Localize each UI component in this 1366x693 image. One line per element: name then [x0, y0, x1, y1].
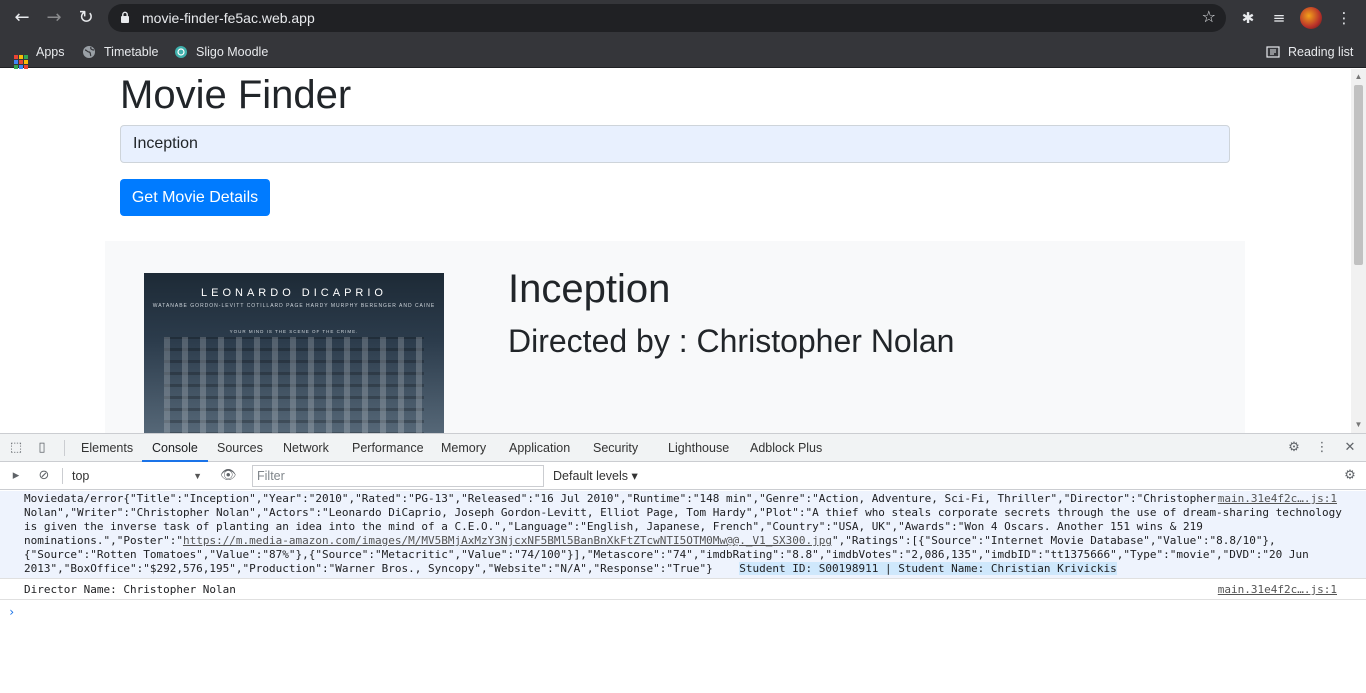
toolbar-divider [64, 440, 65, 456]
movie-title: Inception [508, 267, 671, 311]
media-control-icon[interactable]: ≡ [1269, 8, 1289, 28]
poster-cityscape [164, 337, 424, 433]
devtools-tabbar: ⬚ ▯ Elements Console Sources Network Per… [0, 434, 1366, 462]
get-movie-details-button[interactable]: Get Movie Details [120, 179, 270, 216]
bookmark-label: Timetable [104, 45, 159, 59]
devtools-menu-icon[interactable]: ⋮ [1314, 440, 1330, 456]
reading-list-label: Reading list [1288, 45, 1354, 59]
tab-adblock-plus[interactable]: Adblock Plus [750, 434, 822, 462]
movie-poster: LEONARDO DICAPRIO WATANABE GORDON-LEVITT… [144, 273, 444, 433]
console-filterbar: ▸ ⊘ top ▼ 👁 Filter Default levels ▾ ⚙ [0, 462, 1366, 490]
bookmark-apps[interactable]: Apps [14, 42, 65, 69]
poster-actor: LEONARDO DICAPRIO [201, 287, 387, 299]
bookmarks-bar: Apps Timetable Sligo Moodle Reading list [0, 36, 1366, 69]
console-message: Moviedata/error{"Title":"Inception","Yea… [0, 491, 1366, 579]
poster-tagline: YOUR MIND IS THE SCENE OF THE CRIME. [229, 329, 359, 334]
movie-card: LEONARDO DICAPRIO WATANABE GORDON-LEVITT… [105, 241, 1245, 433]
settings-gear-icon[interactable]: ⚙ [1286, 440, 1302, 456]
scroll-thumb[interactable] [1354, 85, 1363, 265]
log-levels-dropdown[interactable]: Default levels ▾ [553, 466, 638, 486]
bookmark-timetable[interactable]: Timetable [82, 42, 158, 62]
bookmark-sligo-moodle[interactable]: Sligo Moodle [174, 42, 268, 62]
live-expression-eye-icon[interactable]: 👁 [220, 468, 237, 484]
reading-list-button[interactable]: Reading list [1266, 42, 1353, 62]
moodle-icon [175, 46, 187, 58]
address-bar[interactable]: movie-finder-fe5ac.web.app ☆ [108, 4, 1226, 32]
source-link[interactable]: main.31e4f2c….js:1 [1217, 492, 1337, 506]
close-icon[interactable]: ✕ [1342, 440, 1358, 456]
profile-avatar[interactable] [1300, 7, 1322, 29]
globe-icon [83, 46, 95, 58]
movie-director: Directed by : Christopher Nolan [508, 323, 955, 359]
devtools-panel: ⬚ ▯ Elements Console Sources Network Per… [0, 433, 1366, 693]
menu-kebab-icon[interactable]: ⋮ [1334, 8, 1354, 28]
clear-console-icon[interactable]: ⊘ [36, 468, 52, 484]
browser-toolbar: ← → ↻ movie-finder-fe5ac.web.app ☆ ✱ ≡ ⋮ [0, 0, 1366, 36]
source-link[interactable]: main.31e4f2c….js:1 [1217, 583, 1337, 597]
student-info-text: Student ID: S00198911 | Student Name: Ch… [739, 562, 1117, 575]
bookmark-star-icon[interactable]: ☆ [1202, 7, 1216, 26]
tab-security[interactable]: Security [593, 434, 638, 462]
forward-icon[interactable]: → [42, 6, 66, 30]
dropdown-arrow-icon: ▼ [193, 471, 202, 481]
page-viewport: Movie Finder Get Movie Details LEONARDO … [0, 69, 1366, 433]
console-message-text: Moviedata/error{"Title":"Inception","Yea… [24, 492, 1342, 575]
tab-sources[interactable]: Sources [217, 434, 263, 462]
url-text: movie-finder-fe5ac.web.app [142, 10, 315, 26]
reading-list-icon [1266, 46, 1280, 58]
tab-performance[interactable]: Performance [352, 434, 424, 462]
console-filter-input[interactable]: Filter [252, 465, 544, 487]
scroll-up-arrow-icon[interactable]: ▲ [1354, 73, 1363, 81]
sidebar-toggle-icon[interactable]: ▸ [8, 468, 24, 484]
tab-console[interactable]: Console [142, 434, 208, 462]
console-message: Director Name: Christopher Nolan main.31… [0, 579, 1366, 600]
reload-icon[interactable]: ↻ [74, 6, 98, 30]
tab-elements[interactable]: Elements [81, 434, 133, 462]
console-message-text: Director Name: Christopher Nolan [24, 583, 236, 596]
bookmark-label: Sligo Moodle [196, 45, 269, 59]
toolbar-divider [62, 468, 63, 484]
device-toolbar-icon[interactable]: ▯ [34, 440, 50, 456]
apps-grid-icon [14, 55, 28, 69]
tab-memory[interactable]: Memory [441, 434, 486, 462]
extensions-icon[interactable]: ✱ [1238, 8, 1258, 28]
tab-lighthouse[interactable]: Lighthouse [668, 434, 729, 462]
console-settings-gear-icon[interactable]: ⚙ [1342, 468, 1358, 484]
bookmark-label: Apps [36, 45, 65, 59]
page-title: Movie Finder [120, 73, 352, 117]
tab-application[interactable]: Application [509, 434, 570, 462]
context-selector[interactable]: top ▼ [64, 466, 204, 486]
poster-url-link[interactable]: https://m.media-amazon.com/images/M/MV5B… [183, 534, 832, 547]
page-scrollbar[interactable]: ▲ ▼ [1351, 69, 1366, 433]
movie-search-input[interactable] [120, 125, 1230, 163]
scroll-down-arrow-icon[interactable]: ▼ [1354, 421, 1363, 429]
inspect-element-icon[interactable]: ⬚ [8, 440, 24, 456]
context-value: top [72, 469, 90, 483]
poster-cast: WATANABE GORDON-LEVITT COTILLARD PAGE HA… [152, 303, 436, 309]
tab-network[interactable]: Network [283, 434, 329, 462]
console-output: Moviedata/error{"Title":"Inception","Yea… [0, 491, 1366, 619]
back-icon[interactable]: ← [10, 6, 34, 30]
lock-icon [121, 11, 129, 23]
console-prompt[interactable]: › [8, 605, 15, 619]
